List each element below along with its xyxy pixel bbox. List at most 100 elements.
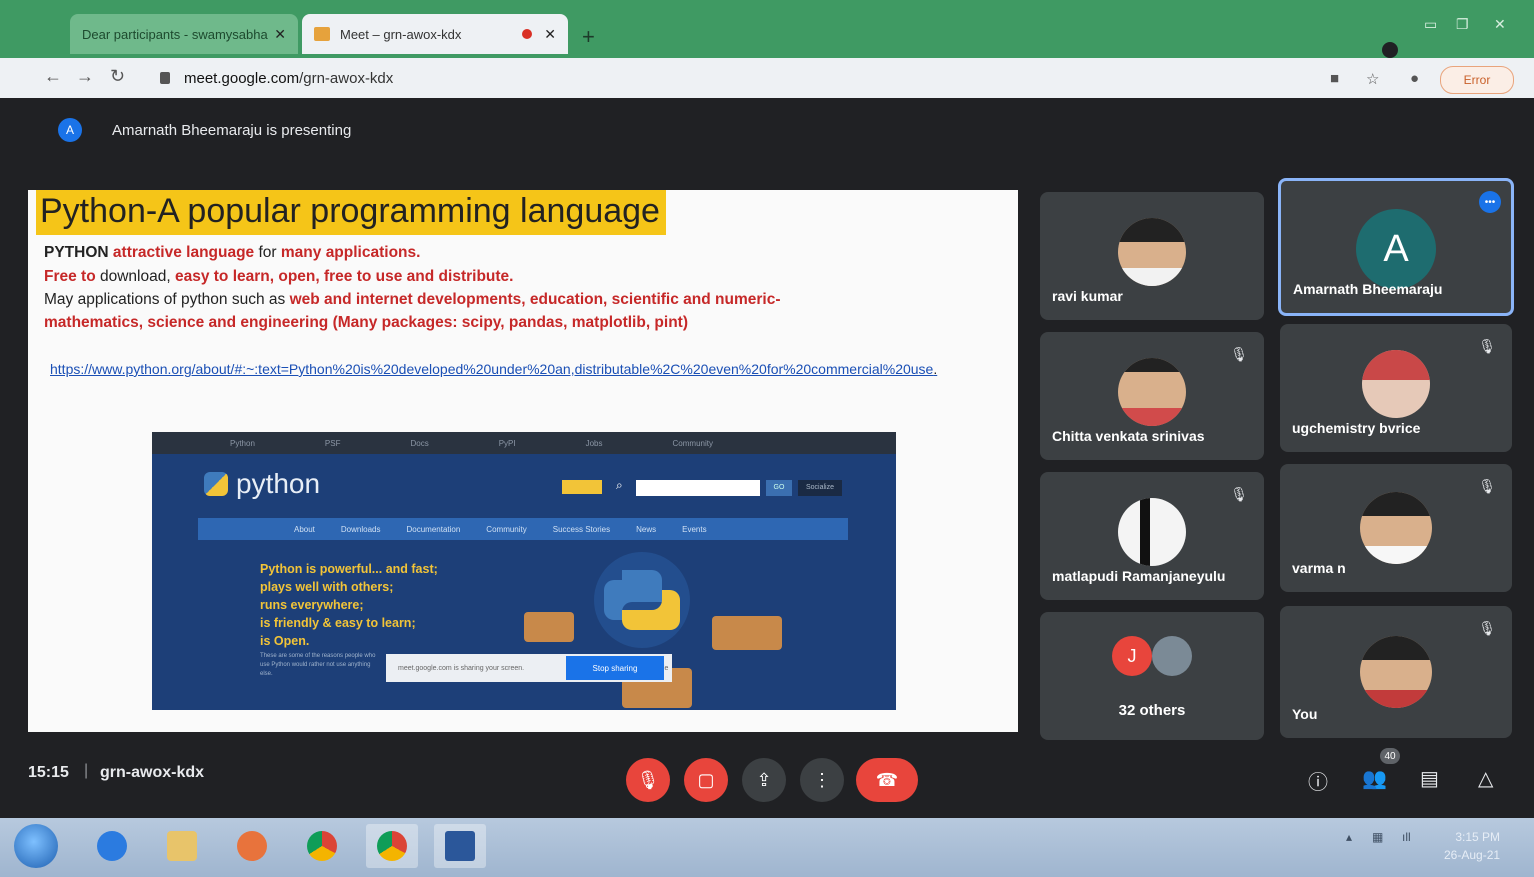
participant-tile-varma[interactable]: 🎙 varma n bbox=[1280, 464, 1512, 592]
python-tagline: Python is powerful... and fast; plays we… bbox=[260, 562, 438, 648]
avatar bbox=[1118, 498, 1186, 566]
participant-tile-chitta[interactable]: 🎙 Chitta venkata srinivas bbox=[1040, 332, 1264, 460]
close-tab-icon[interactable]: ✕ bbox=[544, 26, 556, 43]
more-vert-icon: ⋮ bbox=[813, 769, 831, 790]
firefox-icon bbox=[237, 831, 267, 861]
python-about-link[interactable]: https://www.python.org/about/#:~:text=Py… bbox=[50, 360, 1000, 379]
donate-button bbox=[562, 480, 602, 494]
presenter-avatar: A bbox=[58, 118, 82, 142]
close-window-icon[interactable]: ✕ bbox=[1494, 16, 1506, 33]
participant-tile-you[interactable]: 🎙 You bbox=[1280, 606, 1512, 738]
participant-name: varma n bbox=[1292, 560, 1346, 576]
participant-name: matlapudi Ramanjaneyulu bbox=[1052, 568, 1226, 584]
crate-image bbox=[524, 612, 574, 642]
new-tab-icon[interactable]: + bbox=[582, 24, 595, 50]
python-logo: python bbox=[204, 468, 320, 500]
taskbar-word[interactable] bbox=[434, 824, 486, 868]
slide-line-2: Free to download, easy to learn, open, f… bbox=[44, 268, 514, 285]
crate-image bbox=[712, 616, 782, 650]
taskbar-ie[interactable] bbox=[86, 824, 138, 868]
tab-participants[interactable]: Dear participants - swamysabha ✕ bbox=[70, 14, 298, 54]
mic-toggle-button[interactable]: 🎙 bbox=[626, 758, 670, 802]
tab-title: Meet – grn-awox-kdx bbox=[340, 26, 462, 42]
participant-name: Amarnath Bheemaraju bbox=[1293, 281, 1443, 297]
tray-arrow-icon[interactable]: ▴ bbox=[1346, 830, 1352, 844]
python-site-screenshot: Python PSF Docs PyPI Jobs Community python ⌕ … bbox=[152, 432, 896, 710]
presenting-bar: A Amarnath Bheemaraju is presenting bbox=[38, 110, 1508, 150]
participant-tile-ravi-kumar[interactable]: ravi kumar bbox=[1040, 192, 1264, 320]
taskbar-firefox[interactable] bbox=[226, 824, 278, 868]
browser-toolbar: ← → ↻ meet.google.com/grn-awox-kdx ■ ☆ ●… bbox=[0, 58, 1534, 98]
participant-name: You bbox=[1292, 706, 1318, 722]
internet-explorer-icon bbox=[97, 831, 127, 861]
avatar bbox=[1360, 636, 1432, 708]
start-button[interactable] bbox=[14, 824, 58, 868]
camera-icon[interactable]: ■ bbox=[1330, 70, 1339, 87]
maximize-icon[interactable]: ❐ bbox=[1456, 16, 1469, 33]
meeting-time: 15:15 bbox=[28, 764, 69, 781]
folder-icon bbox=[167, 831, 197, 861]
word-icon bbox=[445, 831, 475, 861]
profile-avatar-icon[interactable]: ● bbox=[1410, 70, 1419, 87]
slide-line-3: May applications of python such as web a… bbox=[44, 291, 781, 308]
go-button: GO bbox=[766, 480, 792, 496]
profile-icon[interactable] bbox=[1382, 42, 1398, 58]
present-button[interactable]: ⇪ bbox=[742, 758, 786, 802]
address-bar[interactable]: meet.google.com/grn-awox-kdx bbox=[150, 63, 1320, 93]
leave-call-button[interactable]: ☎ bbox=[856, 758, 918, 802]
url-text: meet.google.com/grn-awox-kdx bbox=[184, 69, 394, 87]
taskbar-chrome[interactable] bbox=[296, 824, 348, 868]
system-clock[interactable]: 3:15 PM 26-Aug-21 bbox=[1444, 828, 1500, 864]
slide-line-1: PYTHON attractive language for many appl… bbox=[44, 244, 421, 261]
search-icon: ⌕ bbox=[616, 478, 623, 492]
participant-tile-matlapudi[interactable]: 🎙 matlapudi Ramanjaneyulu bbox=[1040, 472, 1264, 600]
meet-window: A Amarnath Bheemaraju is presenting Pyth… bbox=[0, 98, 1534, 818]
taskbar-chrome-meet[interactable] bbox=[366, 824, 418, 868]
minimize-icon[interactable]: ▭ bbox=[1424, 16, 1437, 33]
activities-icon[interactable]: △ bbox=[1478, 766, 1493, 791]
participant-name: Chitta venkata srinivas bbox=[1052, 428, 1205, 444]
presenting-text: Amarnath Bheemaraju is presenting bbox=[112, 121, 352, 139]
close-tab-icon[interactable]: ✕ bbox=[274, 26, 286, 43]
chrome-icon bbox=[377, 831, 407, 861]
info-icon[interactable]: ⓘ bbox=[1308, 766, 1328, 795]
lock-icon bbox=[160, 72, 170, 84]
avatar: A bbox=[1356, 209, 1436, 289]
volume-icon[interactable]: ıll bbox=[1402, 830, 1411, 844]
python-search-input bbox=[636, 480, 760, 496]
os-taskbar: ▴ ▦ ıll 3:15 PM 26-Aug-21 bbox=[0, 818, 1534, 877]
python-logo-large-icon bbox=[594, 552, 690, 648]
camera-toggle-button[interactable]: ▢ bbox=[684, 758, 728, 802]
separator: | bbox=[84, 762, 89, 779]
camera-off-icon: ▢ bbox=[697, 769, 715, 790]
participant-name: ravi kumar bbox=[1052, 288, 1123, 304]
people-icon[interactable]: 👥 bbox=[1362, 766, 1387, 791]
shared-slide: Python-A popular programming language PY… bbox=[28, 190, 1018, 732]
chat-icon[interactable]: ▤ bbox=[1420, 766, 1439, 791]
socialize-button: Socialize bbox=[798, 480, 842, 496]
meeting-code: grn-awox-kdx bbox=[100, 764, 205, 781]
avatar: J bbox=[1112, 636, 1152, 676]
participant-tile-amarnath[interactable]: A ••• Amarnath Bheemaraju bbox=[1278, 178, 1514, 316]
avatar bbox=[1360, 492, 1432, 564]
star-icon[interactable]: ☆ bbox=[1366, 70, 1379, 88]
avatar bbox=[1362, 350, 1430, 418]
python-menu: About Downloads Documentation Community Succ… bbox=[198, 518, 848, 540]
recording-dot-icon bbox=[522, 29, 533, 39]
meet-control-bar: 15:15 | grn-awox-kdx 🎙 ▢ ⇪ ⋮ ☎ ⓘ 40 👥 ▤ … bbox=[0, 740, 1534, 818]
participant-tile-ugchemistry[interactable]: 🎙 ugchemistry bvrice bbox=[1280, 324, 1512, 452]
slide-line-4: mathematics, science and engineering (Ma… bbox=[44, 314, 688, 331]
back-icon[interactable]: ← bbox=[44, 66, 62, 87]
network-icon[interactable]: ▦ bbox=[1372, 830, 1383, 844]
participant-tile-others[interactable]: J 32 others bbox=[1040, 612, 1264, 740]
participant-name: ugchemistry bvrice bbox=[1292, 420, 1421, 436]
avatar bbox=[1118, 218, 1186, 286]
error-button[interactable]: Error bbox=[1440, 66, 1514, 94]
tab-meet[interactable]: Meet – grn-awox-kdx ✕ bbox=[302, 14, 568, 54]
mic-off-icon: 🎙 bbox=[1230, 346, 1248, 362]
reload-icon[interactable]: ↻ bbox=[110, 66, 125, 87]
people-count-badge: 40 bbox=[1380, 748, 1400, 764]
forward-icon[interactable]: → bbox=[76, 66, 94, 87]
more-options-button[interactable]: ⋮ bbox=[800, 758, 844, 802]
taskbar-explorer[interactable] bbox=[156, 824, 208, 868]
